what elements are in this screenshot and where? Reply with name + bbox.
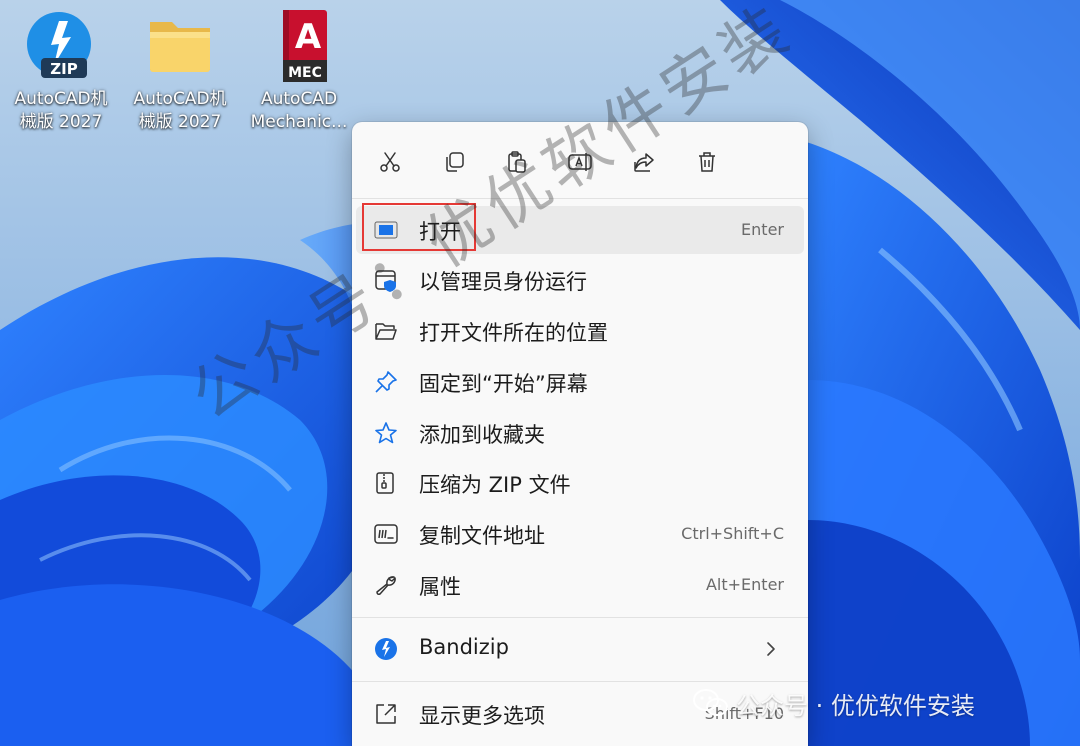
zip-badge-text: ZIP <box>50 60 77 78</box>
app-logo-letter: A <box>295 17 322 57</box>
menu-item-shortcut: Ctrl+Shift+C <box>681 524 784 543</box>
context-menu: 打开 Enter 以管理员身份运行 打开文件所在的位置 固定到“开始”屏幕 添加… <box>352 122 808 746</box>
zip-archive-icon: ZIP <box>23 8 99 84</box>
menu-item-label: 压缩为 ZIP 文件 <box>419 473 571 497</box>
rename-icon <box>568 153 592 171</box>
chevron-right-icon <box>767 642 775 656</box>
paste-icon <box>508 151 526 173</box>
app-badge-text: MEC <box>288 65 322 81</box>
copy-path-icon <box>374 524 398 544</box>
menu-separator <box>352 617 808 618</box>
menu-item-compress-zip[interactable]: 压缩为 ZIP 文件 <box>356 459 804 507</box>
menu-item-shortcut: Shift+F10 <box>704 704 784 723</box>
paste-button[interactable] <box>495 142 539 182</box>
open-app-icon <box>374 221 398 239</box>
menu-item-open-file-location[interactable]: 打开文件所在的位置 <box>356 307 804 355</box>
cut-button[interactable] <box>368 142 412 182</box>
menu-item-open[interactable]: 打开 Enter <box>356 206 804 254</box>
delete-button[interactable] <box>685 142 729 182</box>
menu-item-run-as-admin[interactable]: 以管理员身份运行 <box>356 256 804 304</box>
autocad-mechanical-app-icon: A MEC <box>261 8 337 84</box>
menu-item-label: 以管理员身份运行 <box>419 270 587 294</box>
desktop-icon-autocad-zip[interactable]: ZIP AutoCAD机 械版 2027 <box>2 8 120 134</box>
wrench-icon <box>376 576 396 595</box>
share-button[interactable] <box>622 142 666 182</box>
more-options-icon <box>376 704 396 724</box>
menu-item-show-more-options[interactable]: 显示更多选项 Shift+F10 <box>356 690 804 738</box>
folder-open-icon <box>375 323 397 340</box>
menu-separator <box>352 681 808 682</box>
menu-item-copy-path[interactable]: 复制文件地址 Ctrl+Shift+C <box>356 510 804 558</box>
menu-item-bandizip[interactable]: Bandizip <box>356 625 804 673</box>
desktop-icon-label: AutoCAD Mechanic... <box>250 89 348 132</box>
folder-icon <box>142 8 218 84</box>
menu-item-properties[interactable]: 属性 Alt+Enter <box>356 561 804 609</box>
bandizip-icon <box>375 638 397 660</box>
menu-item-label: 添加到收藏夹 <box>419 423 545 447</box>
menu-separator <box>352 198 808 199</box>
delete-icon <box>699 152 715 172</box>
copy-icon <box>446 152 464 172</box>
menu-item-label: Bandizip <box>419 635 509 659</box>
desktop-icon-autocad-folder[interactable]: AutoCAD机 械版 2027 <box>121 8 239 134</box>
star-icon <box>375 422 397 444</box>
desktop-icon-label: AutoCAD机 械版 2027 <box>133 89 227 132</box>
rename-button[interactable] <box>558 142 602 182</box>
menu-item-add-to-favorites[interactable]: 添加到收藏夹 <box>356 409 804 457</box>
menu-item-pin-to-start[interactable]: 固定到“开始”屏幕 <box>356 358 804 406</box>
menu-item-label: 打开 <box>419 220 461 244</box>
share-icon <box>634 153 654 172</box>
context-menu-toolbar <box>352 122 808 198</box>
menu-item-label: 打开文件所在的位置 <box>419 321 608 345</box>
menu-item-label: 属性 <box>419 575 461 599</box>
menu-item-label: 显示更多选项 <box>419 704 545 728</box>
desktop-icon-label: AutoCAD机 械版 2027 <box>14 89 108 132</box>
menu-item-label: 固定到“开始”屏幕 <box>419 372 588 396</box>
cut-icon <box>380 152 400 172</box>
menu-item-label: 复制文件地址 <box>419 524 545 548</box>
menu-item-shortcut: Enter <box>741 220 784 239</box>
pin-icon <box>375 371 397 393</box>
desktop-icon-autocad-mechanical[interactable]: A MEC AutoCAD Mechanic... <box>240 8 358 134</box>
admin-shield-icon <box>375 270 396 292</box>
copy-button[interactable] <box>432 142 476 182</box>
menu-item-shortcut: Alt+Enter <box>705 575 784 594</box>
zip-icon <box>376 472 394 494</box>
